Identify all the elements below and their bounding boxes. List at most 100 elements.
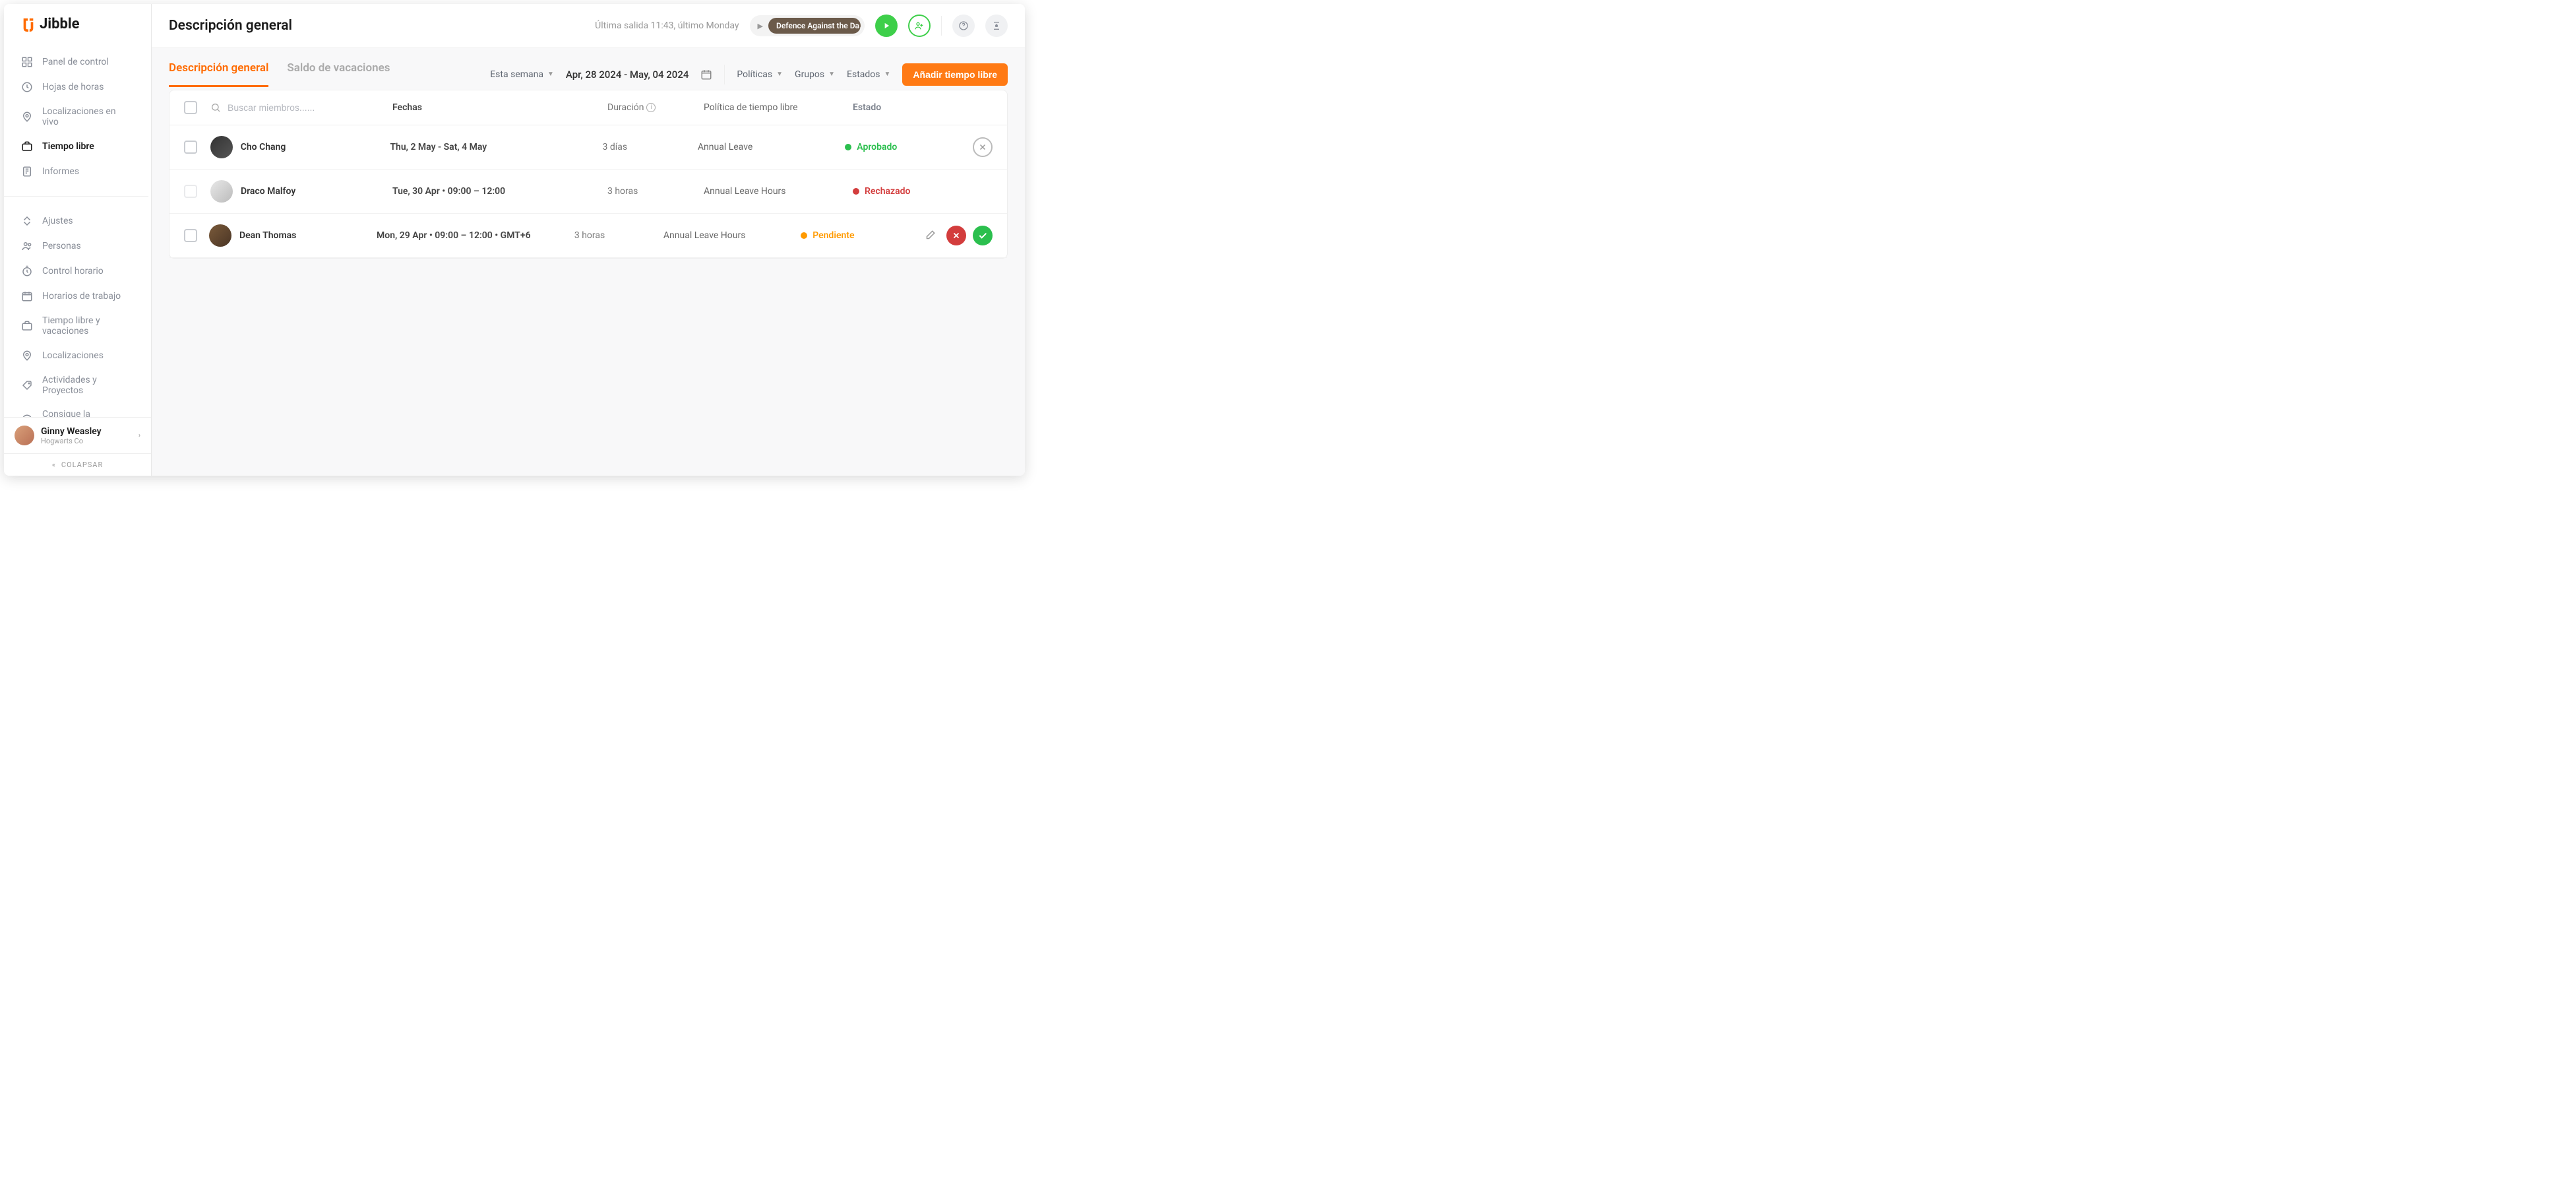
tab-balance[interactable]: Saldo de vacaciones	[287, 61, 390, 87]
table-row[interactable]: Cho Chang Thu, 2 May - Sat, 4 May 3 días…	[169, 125, 1007, 170]
row-policy: Annual Leave	[698, 142, 834, 152]
member-name: Cho Chang	[241, 142, 286, 152]
row-checkbox[interactable]	[184, 141, 197, 154]
report-icon	[21, 166, 33, 177]
last-checkout: Última salida 11:43, último Monday	[595, 20, 739, 31]
sidebar-item-label: Ajustes	[42, 216, 73, 226]
row-checkbox[interactable]	[184, 229, 197, 242]
schedule-icon	[21, 290, 33, 302]
team-clock-button[interactable]	[908, 15, 931, 37]
row-dates: Mon, 29 Apr • 09:00 – 12:00 • GMT+6	[377, 230, 564, 241]
header-status: Estado	[853, 102, 971, 113]
sidebar-item-label: Informes	[42, 166, 79, 177]
tag-icon	[21, 379, 33, 391]
header: Descripción general Última salida 11:43,…	[152, 4, 1025, 48]
user-org: Hogwarts Co	[41, 437, 132, 445]
chevron-down-icon: ▼	[776, 71, 783, 78]
filter-label: Estados	[847, 69, 880, 80]
help-button[interactable]	[952, 15, 975, 37]
sidebar-item-live-locations[interactable]: Localizaciones en vivo	[4, 100, 148, 134]
sidebar-item-locations[interactable]: Localizaciones	[4, 343, 148, 368]
nav-main: Panel de control Hojas de horas Localiza…	[4, 44, 148, 189]
sidebar-item-reports[interactable]: Informes	[4, 159, 148, 184]
sidebar-item-dashboard[interactable]: Panel de control	[4, 49, 148, 75]
avatar	[210, 180, 233, 203]
chevron-down-icon: ▼	[828, 71, 835, 78]
clock-icon	[21, 81, 33, 93]
settings-button[interactable]	[985, 15, 1008, 37]
chevron-down-icon: ▼	[547, 71, 554, 78]
sidebar-item-time-off[interactable]: Tiempo libre	[4, 134, 148, 159]
sidebar-item-activities[interactable]: Actividades y Proyectos	[4, 368, 148, 402]
calendar-icon[interactable]	[700, 69, 712, 80]
header-policy: Política de tiempo libre	[704, 102, 842, 113]
settings-icon	[21, 215, 33, 227]
add-time-off-button[interactable]: Añadir tiempo libre	[902, 63, 1008, 86]
filter-label: Grupos	[795, 69, 824, 80]
sidebar-item-get-app[interactable]: Consigue la aplicación	[4, 402, 148, 417]
location-icon	[21, 111, 33, 123]
row-checkbox	[184, 185, 197, 198]
sidebar-item-label: Consigue la aplicación	[42, 409, 131, 417]
time-off-table: Fechas Duración i Política de tiempo lib…	[169, 90, 1008, 259]
sidebar-item-label: Horarios de trabajo	[42, 291, 121, 302]
search-input[interactable]	[228, 102, 359, 113]
filter-groups[interactable]: Grupos ▼	[795, 69, 835, 80]
sidebar-item-label: Hojas de horas	[42, 82, 104, 92]
delete-button[interactable]	[973, 137, 993, 157]
toolbar: Descripción general Saldo de vacaciones …	[169, 48, 1008, 87]
filter-label: Políticas	[737, 69, 772, 80]
edit-button[interactable]	[920, 226, 940, 245]
member-name: Draco Malfoy	[241, 186, 295, 197]
collapse-label: COLAPSAR	[61, 461, 103, 469]
sidebar-item-label: Actividades y Proyectos	[42, 375, 131, 396]
info-icon[interactable]: i	[646, 103, 656, 112]
avatar	[15, 426, 34, 445]
user-card[interactable]: Ginny Weasley Hogwarts Co ›	[4, 417, 151, 453]
sidebar-item-time-tracking[interactable]: Control horario	[4, 259, 148, 284]
dashboard-icon	[21, 56, 33, 68]
sidebar-item-label: Panel de control	[42, 57, 109, 67]
row-dates: Thu, 2 May - Sat, 4 May	[390, 142, 592, 152]
filter-states[interactable]: Estados ▼	[847, 69, 890, 80]
reject-button[interactable]	[946, 226, 966, 245]
sidebar: Jibble Panel de control Hojas de horas L…	[4, 4, 152, 476]
table-row[interactable]: Draco Malfoy Tue, 30 Apr • 09:00 – 12:00…	[169, 170, 1007, 214]
row-policy: Annual Leave Hours	[663, 230, 790, 241]
date-range: Apr, 28 2024 - May, 04 2024	[566, 69, 689, 80]
avatar	[209, 224, 231, 247]
header-dates: Fechas	[392, 102, 597, 113]
people-icon	[21, 240, 33, 252]
tracker-pill[interactable]: ▶ Defence Against the Da...	[750, 15, 865, 36]
select-all-checkbox[interactable]	[184, 101, 197, 114]
chevron-down-icon: ▼	[884, 71, 891, 78]
sidebar-item-schedules[interactable]: Horarios de trabajo	[4, 284, 148, 309]
sidebar-item-people[interactable]: Personas	[4, 234, 148, 259]
row-duration: 3 días	[603, 142, 687, 152]
status-badge: Pendiente	[801, 230, 909, 241]
row-policy: Annual Leave Hours	[704, 186, 842, 197]
sidebar-item-label: Tiempo libre	[42, 141, 94, 152]
collapse-button[interactable]: « COLAPSAR	[4, 453, 151, 476]
filter-policies[interactable]: Políticas ▼	[737, 69, 783, 80]
sidebar-item-label: Control horario	[42, 266, 104, 276]
header-duration: Duración	[607, 102, 644, 113]
period-dropdown[interactable]: Esta semana ▼	[490, 69, 554, 80]
logo[interactable]: Jibble	[4, 4, 151, 44]
vacation-icon	[21, 320, 33, 332]
search-icon	[210, 102, 221, 113]
approve-button[interactable]	[973, 226, 993, 245]
sidebar-item-label: Localizaciones	[42, 350, 104, 361]
sidebar-item-vacation[interactable]: Tiempo libre y vacaciones	[4, 309, 148, 343]
tracker-label: Defence Against the Da...	[768, 18, 861, 34]
row-duration: 3 horas	[574, 230, 653, 241]
member-name: Dean Thomas	[239, 230, 296, 241]
clock-in-button[interactable]	[875, 15, 898, 37]
tab-overview[interactable]: Descripción general	[169, 61, 268, 87]
sidebar-item-timesheets[interactable]: Hojas de horas	[4, 75, 148, 100]
table-row[interactable]: Dean Thomas Mon, 29 Apr • 09:00 – 12:00 …	[169, 214, 1007, 258]
play-icon: ▶	[758, 22, 763, 30]
time-tracking-icon	[21, 265, 33, 277]
table-header: Fechas Duración i Política de tiempo lib…	[169, 90, 1007, 125]
sidebar-item-settings[interactable]: Ajustes	[4, 208, 148, 234]
